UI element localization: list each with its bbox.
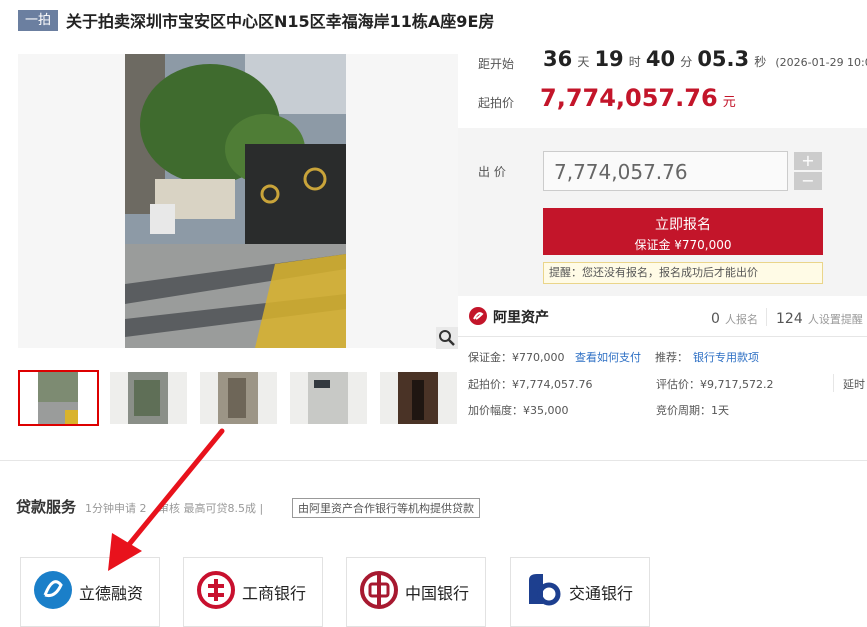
remind-count-label: 人设置提醒: [807, 313, 863, 326]
cycle-info: 竞价周期：1天: [656, 404, 729, 417]
annotation-arrow-icon: [108, 428, 225, 571]
appraisal-info: 评估价：¥9,717,572.2: [656, 378, 774, 391]
main-photo[interactable]: [125, 54, 346, 348]
bank-name: 工商银行: [242, 584, 307, 603]
alibaba-icon: [469, 307, 487, 325]
countdown-days-unit: 天: [577, 55, 590, 69]
icbc-logo-icon: [197, 571, 235, 609]
zoom-button[interactable]: [436, 327, 458, 349]
remind-count-value: 124: [776, 311, 803, 327]
page-title: 关于拍卖深圳市宝安区中心区N15区幸福海岸11栋A座9E房: [66, 12, 495, 31]
signup-count-value: 0: [711, 311, 720, 327]
start-price-label: 起拍价: [478, 96, 515, 110]
delay-info: 延时: [843, 378, 865, 391]
thumbnail-5[interactable]: [380, 372, 457, 424]
signup-button[interactable]: 立即报名 保证金 ¥770,000: [543, 208, 823, 255]
thumbnail-4[interactable]: [290, 372, 367, 424]
thumbnail-3[interactable]: [200, 372, 277, 424]
signup-reminder: 提醒：您还没有报名，报名成功后才能出价: [543, 262, 823, 284]
bank-name: 中国银行: [405, 584, 470, 603]
signup-deposit: 保证金 ¥770,000: [634, 238, 732, 252]
thumbnail-1[interactable]: [18, 370, 99, 426]
alibaba-assets-logo: [468, 306, 488, 330]
loan-provider-tag: 由阿里资产合作银行等机构提供贷款: [292, 498, 480, 518]
start-time-note: (2026-01-29 10:00开拍): [775, 56, 867, 69]
countdown-minutes-unit: 分: [680, 55, 693, 69]
countdown-hours: 19: [594, 47, 624, 71]
lide-logo-icon: [34, 571, 72, 609]
boc-logo-icon: [360, 571, 398, 609]
increase-bid-button[interactable]: +: [794, 152, 822, 170]
magnifier-icon: [439, 330, 455, 346]
auction-round-badge: 一拍: [18, 10, 58, 31]
bank-account-link[interactable]: 银行专用款项: [693, 349, 759, 365]
platform-name: 阿里资产: [493, 310, 549, 326]
bank-name: 立德融资: [79, 584, 144, 603]
loan-service-title: 贷款服务: [16, 498, 77, 516]
countdown-seconds-unit: 秒: [754, 55, 767, 69]
recommend-label: 推荐：: [655, 351, 688, 364]
how-to-pay-link[interactable]: 查看如何支付: [575, 349, 641, 365]
countdown-minutes: 40: [645, 47, 676, 71]
divider: [458, 336, 867, 337]
start-price-info: 起拍价：¥7,774,057.76: [468, 378, 593, 391]
divider: [766, 308, 767, 326]
bid-input[interactable]: 7,774,057.76: [543, 151, 788, 191]
start-price-value: 7,774,057.76: [540, 84, 718, 112]
signup-label: 立即报名: [655, 217, 711, 233]
countdown-days: 36: [543, 47, 573, 71]
bocom-logo-icon: [529, 574, 561, 606]
thumbnail-2[interactable]: [110, 372, 187, 424]
countdown-label: 距开始: [478, 57, 515, 71]
divider: [833, 374, 834, 392]
signup-count-label: 人报名: [725, 313, 759, 326]
deposit-info: 保证金：¥770,000: [468, 351, 565, 364]
bank-name: 交通银行: [569, 584, 634, 603]
bid-label: 出 价: [478, 165, 506, 179]
decrease-bid-button[interactable]: −: [794, 172, 822, 190]
countdown-seconds: 05.3: [697, 47, 750, 71]
increment-info: 加价幅度：¥35,000: [468, 404, 569, 417]
start-price-unit: 元: [722, 95, 736, 110]
countdown: 36 天 19 时 40 分 05.3 秒 (2026-01-29 10:00开…: [543, 47, 867, 71]
start-price: 7,774,057.76 元: [540, 84, 736, 112]
signup-count: 0 人报名: [711, 308, 758, 327]
countdown-hours-unit: 时: [628, 55, 641, 69]
remind-count: 124 人设置提醒: [776, 308, 863, 327]
